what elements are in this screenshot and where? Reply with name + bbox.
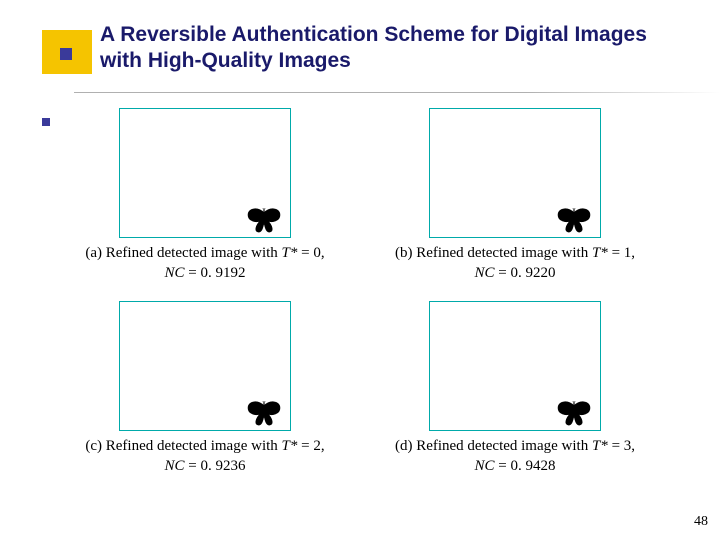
caption-text: (b) Refined detected image with bbox=[395, 245, 592, 261]
panel-d-caption: (d) Refined detected image with T* = 3, … bbox=[395, 437, 635, 476]
row-top: (a) Refined detected image with T* = 0, … bbox=[60, 108, 660, 283]
title-bullet-icon bbox=[60, 48, 72, 60]
caption-eq: = 1, bbox=[608, 245, 635, 261]
panel-c-image-frame bbox=[119, 301, 291, 431]
caption-eq: = 3, bbox=[608, 438, 635, 454]
panel-a-caption: (a) Refined detected image with T* = 0, … bbox=[85, 244, 324, 283]
panel-c: (c) Refined detected image with T* = 2, … bbox=[60, 301, 350, 476]
butterfly-icon bbox=[246, 207, 282, 233]
panel-d-image-frame bbox=[429, 301, 601, 431]
slide-title: A Reversible Authentication Scheme for D… bbox=[100, 22, 660, 75]
panel-b-image-frame bbox=[429, 108, 601, 238]
caption-nc-label: NC bbox=[165, 265, 185, 281]
butterfly-icon bbox=[556, 400, 592, 426]
caption-text: (d) Refined detected image with bbox=[395, 438, 592, 454]
body-bullet-icon bbox=[42, 118, 50, 126]
slide-header: A Reversible Authentication Scheme for D… bbox=[0, 0, 720, 98]
caption-param: T* bbox=[282, 245, 298, 261]
butterfly-icon bbox=[556, 207, 592, 233]
panel-b: (b) Refined detected image with T* = 1, … bbox=[370, 108, 660, 283]
content-grid: (a) Refined detected image with T* = 0, … bbox=[60, 108, 660, 520]
panel-a: (a) Refined detected image with T* = 0, … bbox=[60, 108, 350, 283]
caption-nc-label: NC bbox=[475, 265, 495, 281]
row-bottom: (c) Refined detected image with T* = 2, … bbox=[60, 301, 660, 476]
caption-nc-label: NC bbox=[165, 458, 185, 474]
panel-a-image-frame bbox=[119, 108, 291, 238]
caption-text: (c) Refined detected image with bbox=[85, 438, 281, 454]
caption-eq: = 2, bbox=[297, 438, 324, 454]
caption-nc-label: NC bbox=[475, 458, 495, 474]
caption-eq: = 0, bbox=[297, 245, 324, 261]
panel-b-caption: (b) Refined detected image with T* = 1, … bbox=[395, 244, 635, 283]
caption-nc-value: = 0. 9192 bbox=[185, 265, 246, 281]
caption-text: (a) Refined detected image with bbox=[85, 245, 281, 261]
slide-number: 48 bbox=[694, 514, 708, 530]
panel-c-caption: (c) Refined detected image with T* = 2, … bbox=[85, 437, 324, 476]
caption-param: T* bbox=[592, 245, 608, 261]
title-underline bbox=[74, 92, 720, 93]
caption-param: T* bbox=[592, 438, 608, 454]
caption-nc-value: = 0. 9220 bbox=[495, 265, 556, 281]
caption-nc-value: = 0. 9428 bbox=[495, 458, 556, 474]
butterfly-icon bbox=[246, 400, 282, 426]
panel-d: (d) Refined detected image with T* = 3, … bbox=[370, 301, 660, 476]
row-gap bbox=[60, 283, 660, 301]
caption-nc-value: = 0. 9236 bbox=[185, 458, 246, 474]
caption-param: T* bbox=[282, 438, 298, 454]
